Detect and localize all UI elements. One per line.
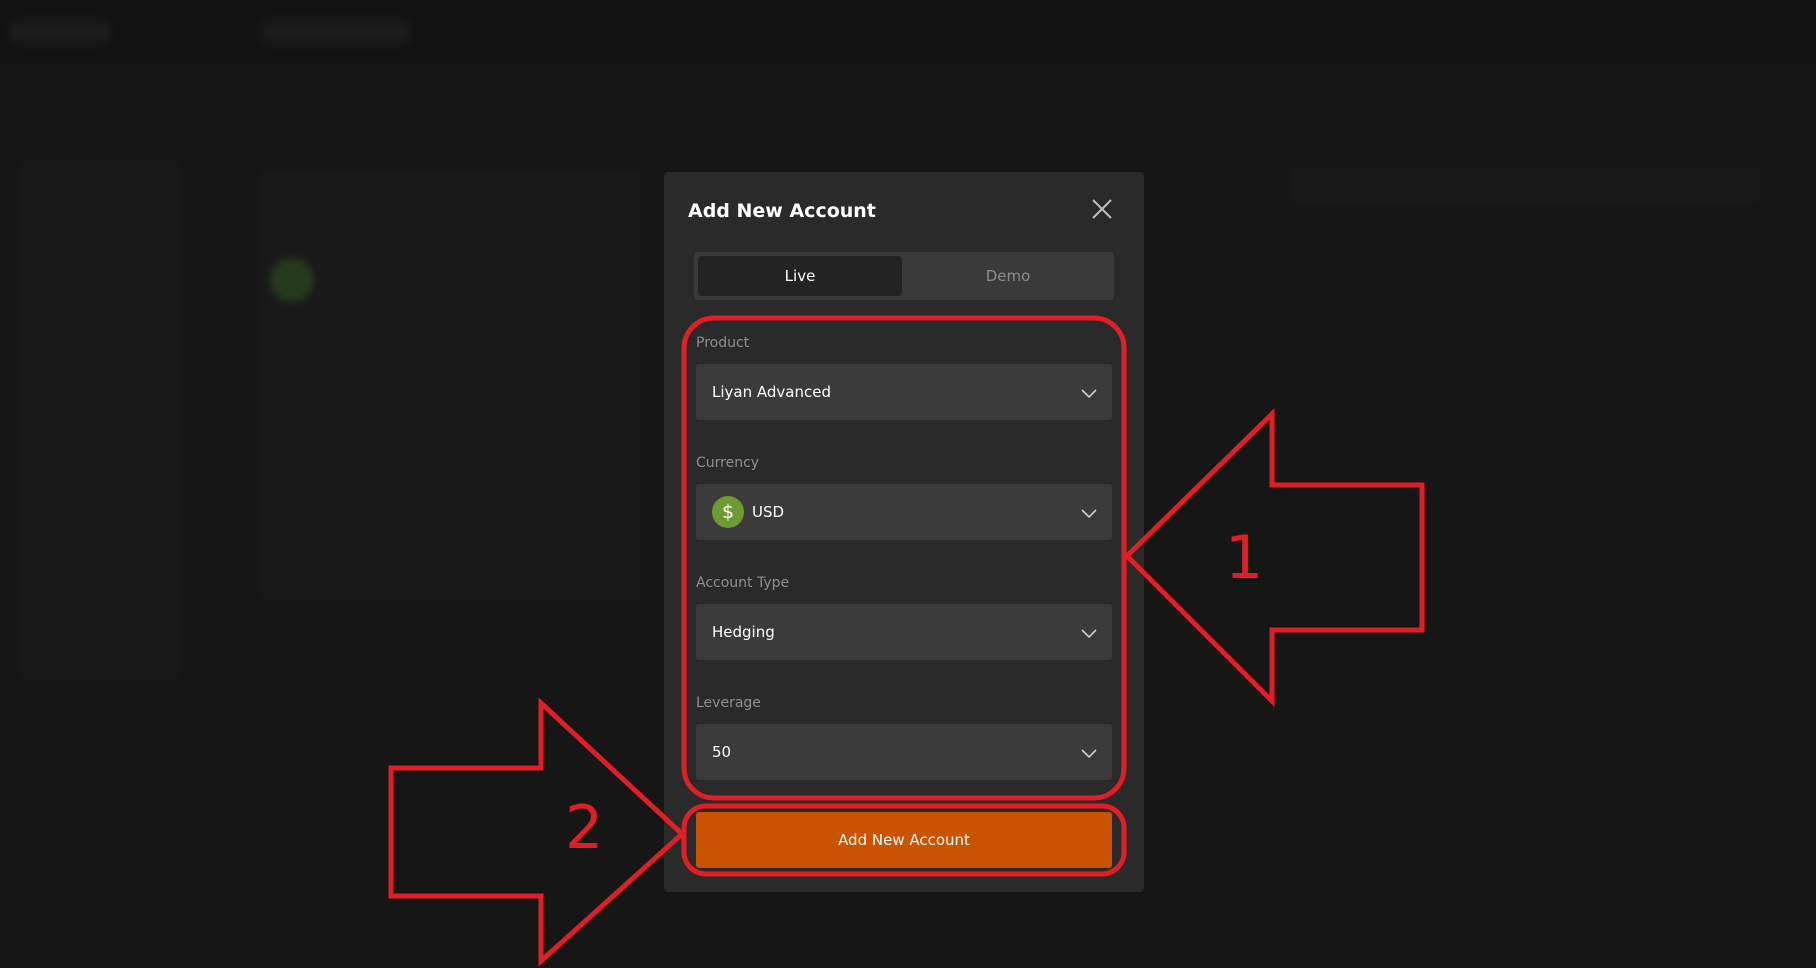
product-label: Product bbox=[696, 335, 750, 351]
currency-label: Currency bbox=[696, 455, 760, 471]
chevron-down-icon bbox=[1081, 509, 1097, 519]
close-button[interactable] bbox=[1089, 196, 1115, 222]
account-type-select[interactable]: Hedging bbox=[696, 604, 1112, 660]
account-type-value: Hedging bbox=[712, 623, 775, 641]
leverage-label: Leverage bbox=[696, 695, 761, 711]
callout-number-1: 1 bbox=[1225, 523, 1264, 593]
leverage-value: 50 bbox=[712, 743, 732, 761]
close-icon bbox=[1092, 199, 1112, 219]
account-type-tabs: Live Demo bbox=[694, 252, 1114, 300]
tab-demo[interactable]: Demo bbox=[906, 256, 1110, 296]
product-value: Liyan Advanced bbox=[712, 383, 831, 401]
add-new-account-button[interactable]: Add New Account bbox=[696, 812, 1112, 868]
currency-value: USD bbox=[752, 503, 785, 521]
chevron-down-icon bbox=[1081, 749, 1097, 759]
chevron-down-icon bbox=[1081, 389, 1097, 399]
account-type-label: Account Type bbox=[696, 575, 790, 591]
add-account-modal: Add New Account Live Demo Product Liyan … bbox=[664, 172, 1144, 892]
callout-number-2: 2 bbox=[565, 793, 604, 863]
currency-select[interactable]: $ USD bbox=[696, 484, 1112, 540]
dollar-icon: $ bbox=[712, 496, 744, 528]
leverage-select[interactable]: 50 bbox=[696, 724, 1112, 780]
chevron-down-icon bbox=[1081, 629, 1097, 639]
product-select[interactable]: Liyan Advanced bbox=[696, 364, 1112, 420]
tab-live[interactable]: Live bbox=[698, 256, 902, 296]
modal-title: Add New Account bbox=[688, 200, 876, 222]
